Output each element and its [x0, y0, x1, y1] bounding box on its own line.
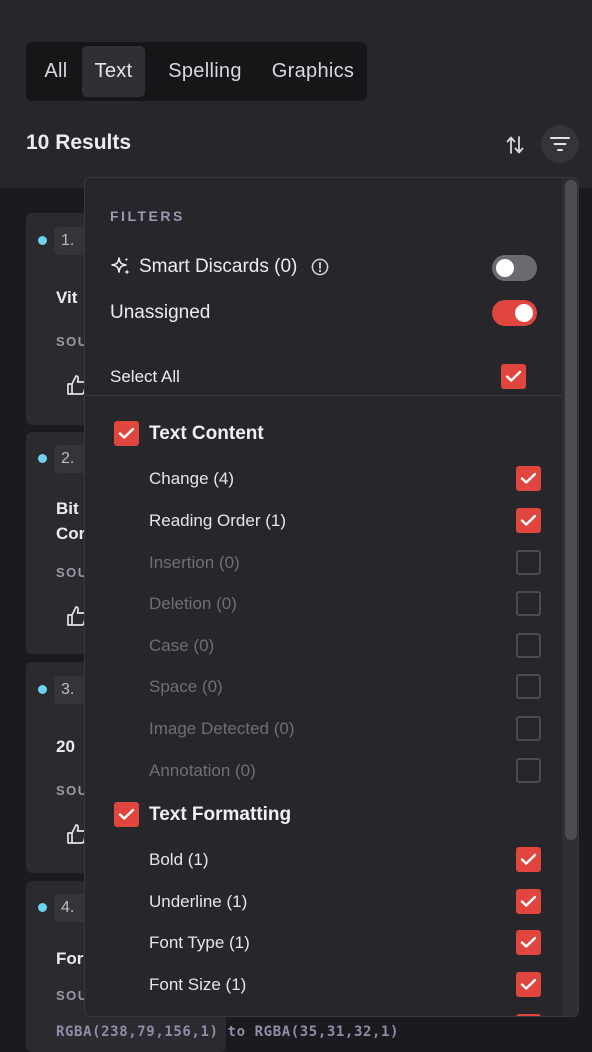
smart-discards-label: Smart Discards (0) — [139, 256, 298, 277]
checkmark-icon — [118, 427, 135, 439]
color-change-detail: RGBA(238,79,156,1) to RGBA(35,31,32,1) — [56, 1024, 400, 1040]
scrollbar-thumb[interactable] — [565, 180, 577, 840]
unassigned-toggle[interactable] — [492, 300, 537, 326]
filter-item-insertion: Insertion (0) — [149, 553, 240, 572]
filter-checkbox-deletion[interactable] — [516, 591, 541, 616]
filter-checkbox-font-type[interactable] — [516, 930, 541, 955]
divider — [85, 395, 565, 396]
result-title: For — [56, 949, 84, 968]
checkmark-icon — [520, 895, 537, 907]
filter-checkbox-underline[interactable] — [516, 889, 541, 914]
filter-checkbox-image-detected[interactable] — [516, 716, 541, 741]
filter-lines-icon — [550, 137, 570, 151]
status-dot — [38, 236, 47, 245]
sort-button[interactable] — [500, 128, 530, 162]
filter-checkbox-font-size[interactable] — [516, 972, 541, 997]
filter-checkbox-reading-order[interactable] — [516, 508, 541, 533]
filter-item-font-size: Font Size (1) — [149, 975, 247, 994]
text-content-group-checkbox[interactable] — [114, 421, 139, 446]
unassigned-label: Unassigned — [110, 302, 211, 323]
filter-checkbox-bold[interactable] — [516, 847, 541, 872]
filters-header: FILTERS Smart Discards (0) Unassigned Se… — [85, 178, 578, 397]
result-title: 20 — [56, 737, 75, 756]
filter-item-font-type: Font Type (1) — [149, 933, 250, 952]
filter-checkbox-space[interactable] — [516, 674, 541, 699]
info-icon[interactable] — [311, 258, 329, 276]
checkmark-icon — [520, 978, 537, 990]
toggle-knob — [515, 304, 533, 322]
checkmark-icon — [505, 370, 522, 382]
toggle-knob — [496, 259, 514, 277]
filter-item-bold: Bold (1) — [149, 850, 209, 869]
checkmark-icon — [520, 936, 537, 948]
text-formatting-group-title: Text Formatting — [149, 804, 292, 825]
smart-discards-row: Smart Discards (0) — [110, 256, 329, 278]
filter-item-deletion: Deletion (0) — [149, 594, 237, 613]
filter-checkbox-annotation[interactable] — [516, 758, 541, 783]
filter-button[interactable] — [541, 125, 579, 163]
filter-checkbox-case[interactable] — [516, 633, 541, 658]
filters-heading: FILTERS — [110, 208, 185, 224]
filter-item-image-detected: Image Detected (0) — [149, 719, 295, 738]
filter-checkbox-change[interactable] — [516, 466, 541, 491]
checkmark-icon — [520, 853, 537, 865]
select-all-checkbox[interactable] — [501, 364, 526, 389]
checkmark-icon — [118, 808, 135, 820]
status-dot — [38, 685, 47, 694]
results-header: All Text Spelling Graphics 10 Results — [0, 0, 592, 188]
panel-scrollbar[interactable] — [562, 178, 578, 1016]
filter-item-space: Space (0) — [149, 677, 223, 696]
filter-item-change: Change (4) — [149, 469, 235, 488]
sort-arrows-icon — [506, 136, 524, 154]
tab-graphics[interactable]: Graphics — [265, 46, 361, 97]
filter-checkbox-insertion[interactable] — [516, 550, 541, 575]
text-formatting-group-checkbox[interactable] — [114, 802, 139, 827]
select-all-label: Select All — [110, 367, 180, 386]
tab-all[interactable]: All — [30, 46, 82, 97]
tab-spelling[interactable]: Spelling — [145, 46, 265, 97]
filter-item-underline: Underline (1) — [149, 892, 248, 911]
results-count: 10 Results — [26, 131, 132, 154]
smart-discards-toggle[interactable] — [492, 255, 537, 281]
result-title-line-1: Bit — [56, 499, 79, 518]
filter-item-case: Case (0) — [149, 636, 215, 655]
result-title: Vit — [56, 288, 78, 307]
filter-item-annotation: Annotation (0) — [149, 761, 256, 780]
filter-item-reading-order: Reading Order (1) — [149, 511, 287, 530]
text-content-group-title: Text Content — [149, 423, 264, 444]
result-title-line-2: Cor — [56, 524, 86, 543]
filter-checkbox-next[interactable] — [516, 1014, 541, 1016]
sparkle-icon — [111, 257, 130, 275]
checkmark-icon — [520, 514, 537, 526]
filters-panel: FILTERS Smart Discards (0) Unassigned Se… — [84, 177, 579, 1017]
status-dot — [38, 903, 47, 912]
tab-text[interactable]: Text — [82, 46, 145, 97]
status-dot — [38, 454, 47, 463]
category-tabs: All Text Spelling Graphics — [26, 42, 367, 101]
checkmark-icon — [520, 472, 537, 484]
